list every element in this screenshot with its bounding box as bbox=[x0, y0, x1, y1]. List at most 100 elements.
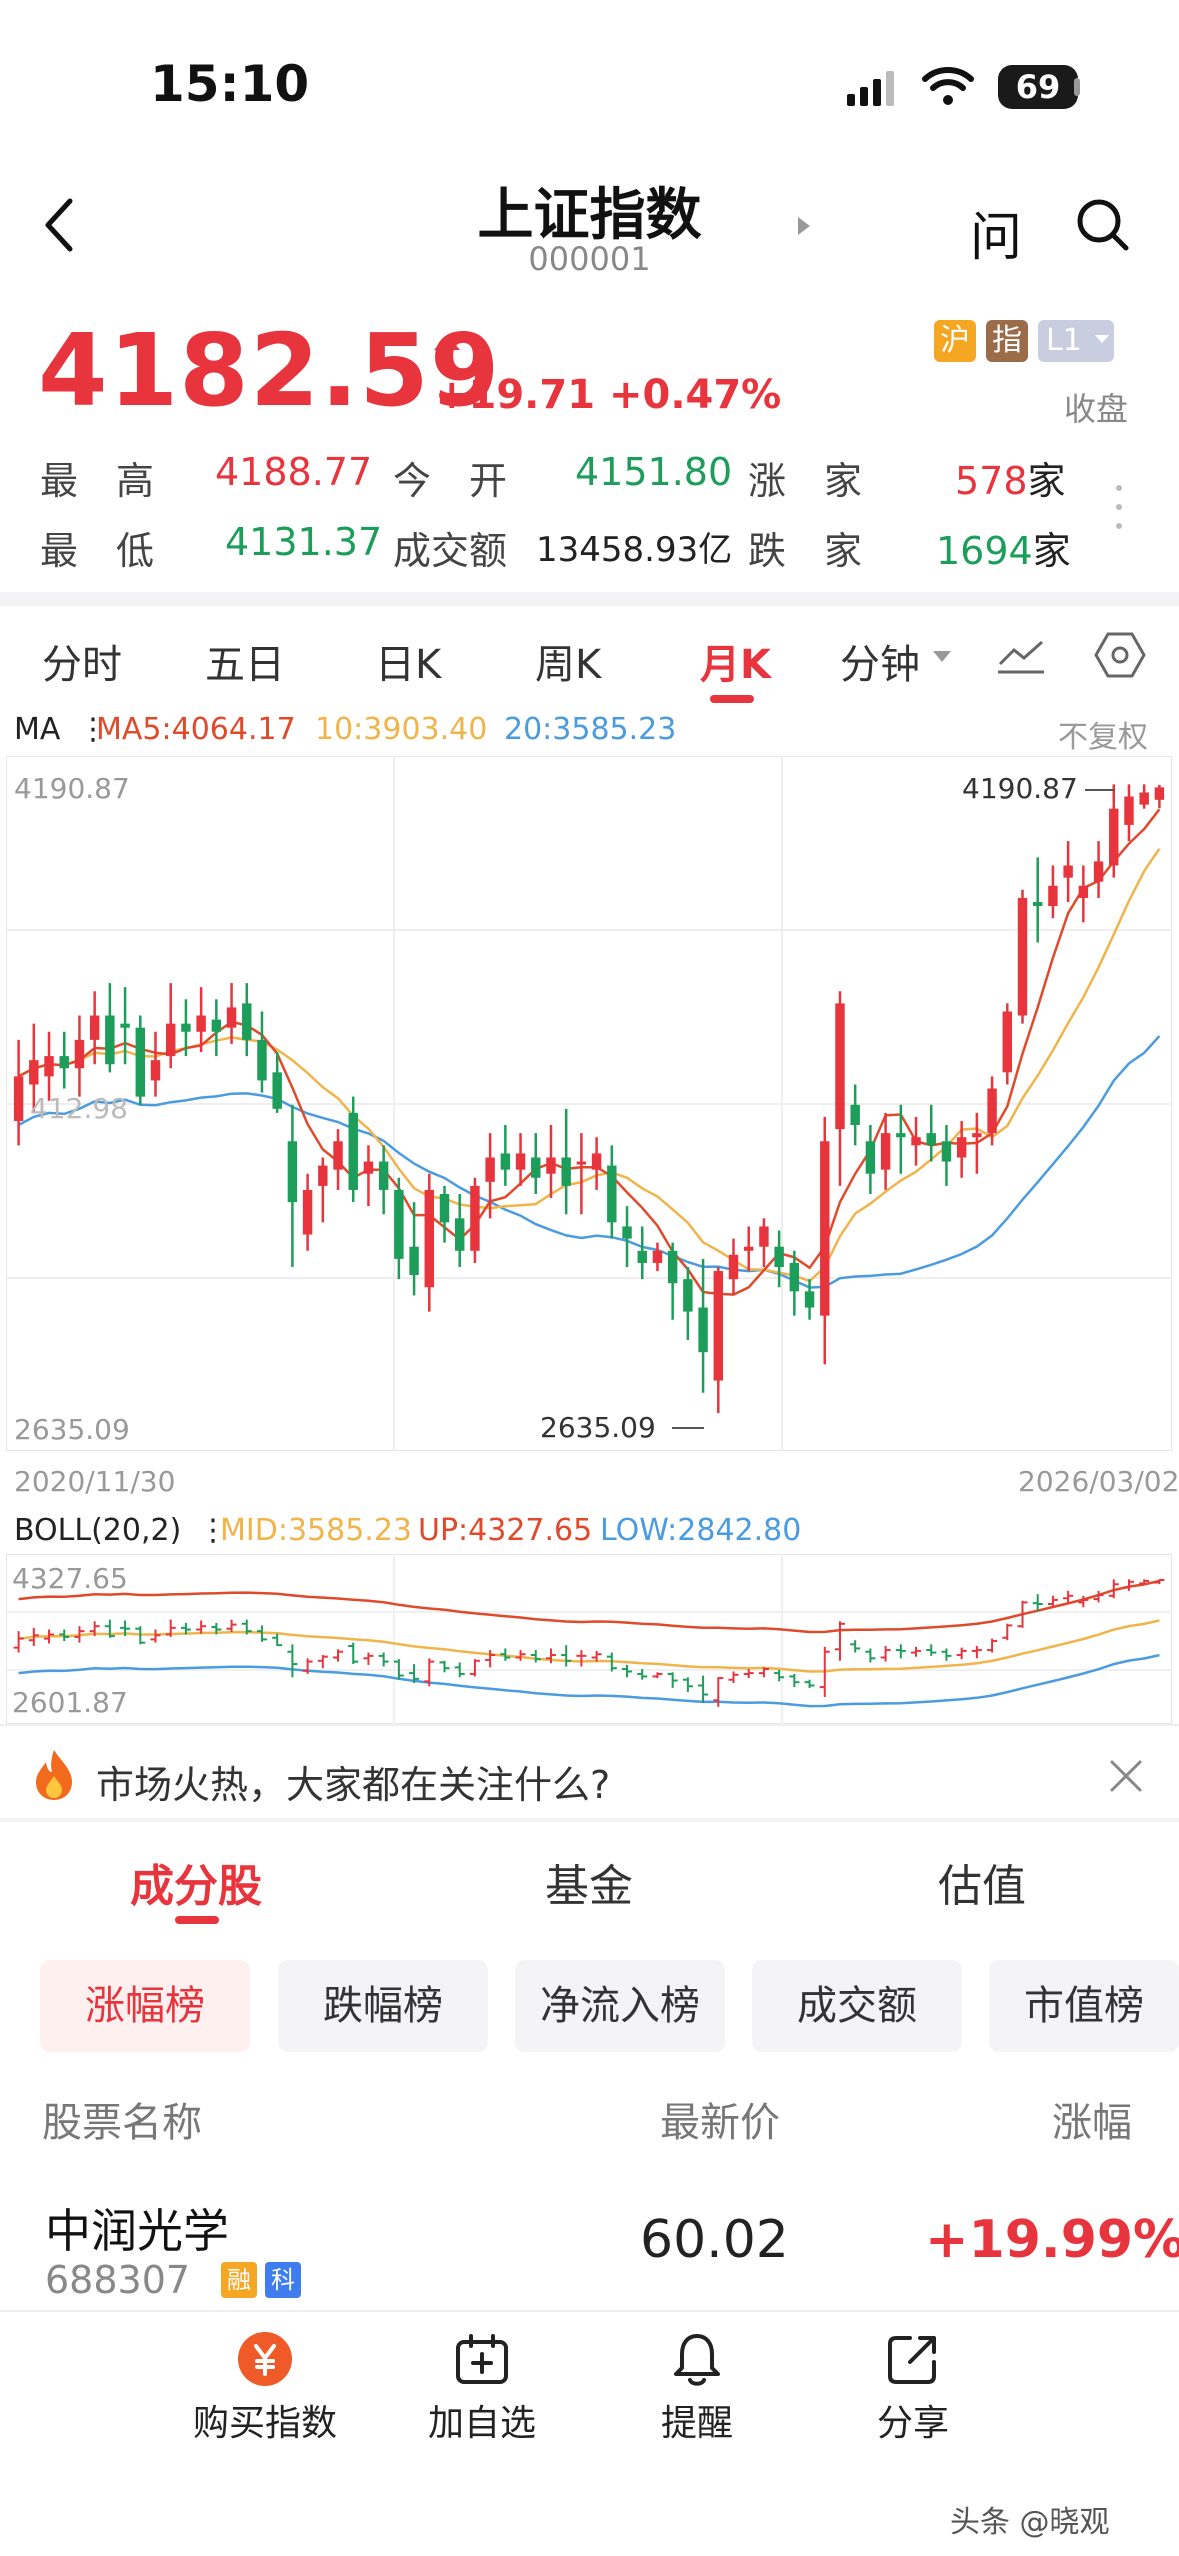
candle-body bbox=[59, 1056, 69, 1069]
yen-icon bbox=[238, 2332, 292, 2386]
candle-body bbox=[622, 1226, 632, 1239]
candle-body bbox=[667, 1250, 678, 1284]
chart-divider bbox=[0, 1724, 1179, 1726]
market-tag-zhi: 指 bbox=[986, 320, 1028, 362]
tab-minute[interactable]: 分钟 bbox=[840, 632, 920, 690]
chart-mid-value: 412.98 bbox=[30, 1092, 128, 1125]
candle-body bbox=[1017, 897, 1028, 1016]
settings-icon[interactable] bbox=[1094, 630, 1146, 680]
subtab-active-indicator bbox=[175, 1916, 219, 1924]
ma20-value: 20:3585.23 bbox=[504, 712, 677, 747]
candle-body bbox=[774, 1246, 784, 1267]
tab-constituents[interactable]: 成分股 bbox=[130, 1850, 262, 1914]
column-header-name[interactable]: 股票名称 bbox=[42, 2090, 202, 2148]
bell-icon bbox=[674, 2334, 720, 2386]
candle-body bbox=[409, 1246, 419, 1276]
column-header-price[interactable]: 最新价 bbox=[660, 2090, 780, 2148]
star-market-badge: 科 bbox=[265, 2262, 301, 2298]
market-state: 收盘 bbox=[1064, 390, 1129, 428]
low-marker-line bbox=[672, 1427, 704, 1429]
chart-start-date: 2020/11/30 bbox=[14, 1465, 176, 1498]
boll-mid: MID:3585.23 bbox=[220, 1513, 412, 1548]
candle-body bbox=[363, 1161, 374, 1174]
adjust-toggle[interactable]: 不复权 bbox=[1058, 712, 1148, 756]
section-divider bbox=[0, 592, 1179, 606]
candle-body bbox=[13, 1076, 24, 1121]
tab-valuation[interactable]: 估值 bbox=[938, 1850, 1026, 1914]
candle-body bbox=[531, 1157, 541, 1178]
buy-index-button[interactable]: 购买指数 bbox=[180, 2330, 350, 2446]
candle-body bbox=[637, 1250, 647, 1263]
tab-daily-k[interactable]: 日K bbox=[375, 632, 441, 690]
candle-body bbox=[1002, 1011, 1013, 1073]
buy-index-label: 购买指数 bbox=[192, 2403, 337, 2444]
chip-top-losers[interactable]: 跌幅榜 bbox=[278, 1960, 488, 2052]
margin-badge: 融 bbox=[221, 2262, 257, 2298]
candle-body bbox=[318, 1165, 328, 1186]
chip-market-cap[interactable]: 市值榜 bbox=[989, 1960, 1179, 2052]
boll-low: LOW:2842.80 bbox=[600, 1513, 802, 1548]
ask-button[interactable]: 问 bbox=[970, 195, 1022, 270]
tab-weekly-k[interactable]: 周K bbox=[535, 632, 601, 690]
candle-body bbox=[941, 1141, 952, 1162]
low-marker-label: 2635.09 bbox=[540, 1411, 656, 1444]
add-watchlist-button[interactable]: 加自选 bbox=[397, 2330, 567, 2446]
stat-value-turnover: 13458.93亿 bbox=[536, 530, 733, 570]
section-divider-2 bbox=[0, 1818, 1179, 1822]
candle-body bbox=[196, 1015, 206, 1032]
candle-body bbox=[424, 1189, 435, 1288]
tab-monthly-k[interactable]: 月K bbox=[700, 632, 771, 690]
candle-body bbox=[439, 1193, 450, 1223]
candle-body bbox=[698, 1307, 708, 1353]
candle-body bbox=[485, 1157, 495, 1182]
stat-value-falling: 1694家 bbox=[936, 529, 1071, 573]
chip-turnover[interactable]: 成交额 bbox=[752, 1960, 962, 2052]
add-watchlist-label: 加自选 bbox=[427, 2403, 536, 2444]
share-label: 分享 bbox=[876, 2403, 949, 2444]
battery-icon: 69 bbox=[998, 65, 1078, 109]
candle-body bbox=[333, 1141, 343, 1170]
chip-net-inflow[interactable]: 净流入榜 bbox=[515, 1960, 725, 2052]
tab-active-indicator bbox=[710, 695, 754, 703]
close-icon[interactable] bbox=[1108, 1758, 1144, 1794]
candle-body bbox=[1063, 865, 1073, 878]
column-header-change[interactable]: 涨幅 bbox=[1052, 2090, 1132, 2148]
tab-intraday[interactable]: 分时 bbox=[42, 632, 122, 690]
candle-body bbox=[89, 1015, 100, 1040]
hot-banner-text[interactable]: 市场火热，大家都在关注什么? bbox=[96, 1754, 610, 1809]
stock-name: 中润光学 bbox=[45, 2204, 229, 2258]
candle-body bbox=[500, 1153, 511, 1170]
tab-five-day[interactable]: 五日 bbox=[205, 632, 285, 690]
next-arrow-icon[interactable] bbox=[796, 215, 812, 237]
candle-body bbox=[394, 1189, 404, 1259]
more-vertical-icon[interactable] bbox=[1112, 482, 1126, 532]
chip-top-gainers[interactable]: 涨幅榜 bbox=[40, 1960, 250, 2052]
caret-down-icon bbox=[933, 651, 951, 662]
wifi-icon bbox=[922, 67, 974, 105]
stat-label-open: 今 开 bbox=[393, 459, 508, 503]
candle-body bbox=[135, 1027, 146, 1097]
boll-chart[interactable] bbox=[6, 1554, 1172, 1724]
market-tag-hu: 沪 bbox=[934, 320, 976, 362]
alert-button[interactable]: 提醒 bbox=[612, 2330, 782, 2446]
candle-body bbox=[1154, 787, 1165, 800]
candle-body bbox=[911, 1137, 921, 1146]
ma20-line bbox=[18, 1035, 1161, 1289]
chart-bottom-value: 2635.09 bbox=[14, 1413, 130, 1446]
candle-body bbox=[546, 1157, 556, 1174]
tab-funds[interactable]: 基金 bbox=[545, 1850, 633, 1914]
search-icon[interactable] bbox=[1075, 197, 1131, 253]
stat-label-low: 最 低 bbox=[40, 529, 155, 573]
candle-body bbox=[1139, 792, 1149, 805]
candlestick-chart[interactable] bbox=[6, 756, 1172, 1451]
candle-body bbox=[348, 1112, 358, 1190]
ma10-value: 10:3903.40 bbox=[315, 712, 488, 747]
share-icon bbox=[888, 2336, 936, 2384]
candle-body bbox=[378, 1161, 389, 1190]
stat-label-turnover: 成交额 bbox=[393, 529, 508, 573]
boll-label: BOLL(20,2) bbox=[14, 1513, 182, 1548]
share-button[interactable]: 分享 bbox=[828, 2330, 998, 2446]
fire-icon bbox=[36, 1750, 72, 1800]
indicator-icon[interactable] bbox=[996, 636, 1046, 676]
battery-tip bbox=[1074, 78, 1080, 96]
